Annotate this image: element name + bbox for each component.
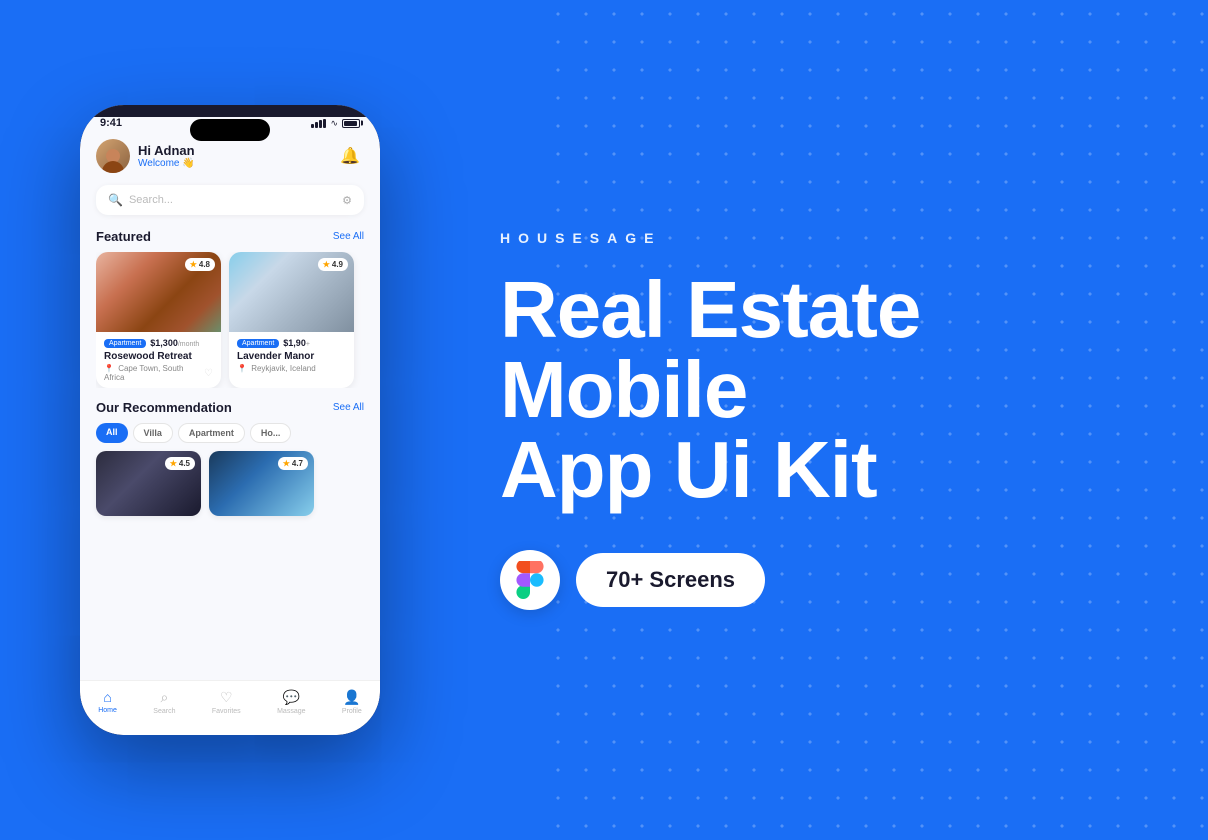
user-name: Hi Adnan (138, 143, 195, 158)
star-icon-rec2: ★ (283, 459, 290, 468)
card-name-1: Rosewood Retreat (104, 351, 213, 362)
figma-logo-icon (514, 561, 546, 599)
featured-see-all[interactable]: See All (333, 231, 364, 242)
figma-badge (500, 550, 560, 610)
card-info-1: Apartment $1,300/month Rosewood Retreat … (96, 332, 221, 388)
card-image-1: ★ 4.8 (96, 252, 221, 332)
tag-badge-2: Apartment (237, 339, 279, 348)
search-nav-label: Search (153, 708, 175, 715)
star-icon: ★ (190, 260, 197, 269)
profile-nav-icon: 👤 (343, 689, 360, 706)
welcome-text: Welcome 👋 (138, 158, 195, 169)
filter-tab-villa[interactable]: Villa (133, 423, 173, 443)
rec-card-1[interactable]: ★ 4.5 (96, 451, 201, 516)
hero-line3: App Ui Kit (500, 430, 1148, 510)
rec-image-2: ★ 4.7 (209, 451, 314, 516)
star-icon-rec1: ★ (170, 459, 177, 468)
phone-frame: 9:41 ∿ (80, 105, 380, 735)
filter-icon[interactable]: ⚙ (342, 194, 352, 207)
app-header: Hi Adnan Welcome 👋 🔔 (96, 139, 364, 173)
card-location-2: 📍 Reykjavik, Iceland (237, 364, 346, 373)
rating-badge-2: ★ 4.9 (318, 258, 348, 271)
home-nav-icon: ⌂ (103, 689, 111, 705)
profile-nav-label: Profile (342, 708, 362, 715)
search-nav-icon: ⌕ (160, 689, 168, 706)
filter-tab-all[interactable]: All (96, 423, 128, 443)
nav-item-home[interactable]: ⌂ Home (98, 689, 117, 715)
card-name-2: Lavender Manor (237, 351, 346, 362)
massage-nav-label: Massage (277, 708, 305, 715)
featured-section-header: Featured See All (96, 229, 364, 244)
location-pin-icon-2: 📍 (237, 364, 247, 373)
nav-item-search[interactable]: ⌕ Search (153, 689, 175, 715)
battery-icon (342, 119, 360, 128)
filter-tabs: All Villa Apartment Ho... (96, 423, 364, 443)
card-image-2: ★ 4.9 (229, 252, 354, 332)
star-icon-2: ★ (323, 260, 330, 269)
dynamic-island (190, 119, 270, 141)
filter-tab-apartment[interactable]: Apartment (178, 423, 245, 443)
rec-cards-row: ★ 4.5 ★ 4.7 (96, 451, 364, 516)
avatar (96, 139, 130, 173)
filter-tab-house[interactable]: Ho... (250, 423, 292, 443)
home-nav-label: Home (98, 707, 117, 714)
cta-row: 70+ Screens (500, 550, 1148, 610)
recommendation-section: Our Recommendation See All All Villa Apa… (96, 400, 364, 516)
rec-title: Our Recommendation (96, 400, 232, 415)
rec-image-1: ★ 4.5 (96, 451, 201, 516)
wifi-icon: ∿ (330, 118, 338, 129)
price-text-2: $1,90+ (283, 338, 310, 348)
featured-card-2[interactable]: ★ 4.9 Apartment $1,90+ Lavender (229, 252, 354, 388)
tag-badge-1: Apartment (104, 339, 146, 348)
card-tags-2: Apartment $1,90+ (237, 338, 346, 348)
rec-rating-1: ★ 4.5 (165, 457, 195, 470)
price-text-1: $1,300/month (150, 338, 199, 348)
card-location-1: 📍 Cape Town, South Africa ♡ (104, 364, 213, 382)
rating-badge-1: ★ 4.8 (185, 258, 215, 271)
phone-screen: 9:41 ∿ (80, 105, 380, 735)
status-time: 9:41 (100, 117, 122, 129)
search-icon: 🔍 (108, 193, 123, 207)
hero-title: Real Estate Mobile App Ui Kit (500, 270, 1148, 510)
card-info-2: Apartment $1,90+ Lavender Manor 📍 Reykja… (229, 332, 354, 379)
signal-bars-icon (311, 119, 326, 128)
card-tags-1: Apartment $1,300/month (104, 338, 213, 348)
marketing-content: HOUSESAGE Real Estate Mobile App Ui Kit … (460, 0, 1208, 840)
screens-badge: 70+ Screens (576, 553, 765, 607)
rec-section-header: Our Recommendation See All (96, 400, 364, 415)
user-info: Hi Adnan Welcome 👋 (96, 139, 195, 173)
bell-icon[interactable]: 🔔 (336, 142, 364, 170)
greeting-text: Hi Adnan Welcome 👋 (138, 143, 195, 169)
brand-name: HOUSESAGE (500, 230, 1148, 246)
location-pin-icon: 📍 (104, 364, 114, 373)
featured-cards-row: ★ 4.8 Apartment $1,300/month Ro (96, 252, 364, 388)
massage-nav-icon: 💬 (283, 689, 300, 706)
bottom-nav: ⌂ Home ⌕ Search ♡ Favorites 💬 Massage 👤 (80, 680, 380, 735)
hero-line2: Mobile (500, 350, 1148, 430)
search-bar[interactable]: 🔍 Search... ⚙ (96, 185, 364, 215)
hero-line1: Real Estate (500, 270, 1148, 350)
status-icons: ∿ (311, 118, 360, 129)
rec-rating-2: ★ 4.7 (278, 457, 308, 470)
phone-mockup-container: 9:41 ∿ (0, 0, 460, 840)
rec-card-2[interactable]: ★ 4.7 (209, 451, 314, 516)
nav-item-favorites[interactable]: ♡ Favorites (212, 689, 241, 715)
nav-item-massage[interactable]: 💬 Massage (277, 689, 305, 715)
search-placeholder: Search... (129, 194, 342, 206)
app-content: Hi Adnan Welcome 👋 🔔 🔍 Search... ⚙ Featu… (80, 135, 380, 695)
featured-title: Featured (96, 229, 151, 244)
nav-item-profile[interactable]: 👤 Profile (342, 689, 362, 715)
rec-see-all[interactable]: See All (333, 402, 364, 413)
screens-count: 70+ Screens (606, 567, 735, 593)
featured-card-1[interactable]: ★ 4.8 Apartment $1,300/month Ro (96, 252, 221, 388)
favorites-nav-icon: ♡ (220, 689, 233, 706)
heart-icon-1[interactable]: ♡ (204, 368, 213, 379)
favorites-nav-label: Favorites (212, 708, 241, 715)
